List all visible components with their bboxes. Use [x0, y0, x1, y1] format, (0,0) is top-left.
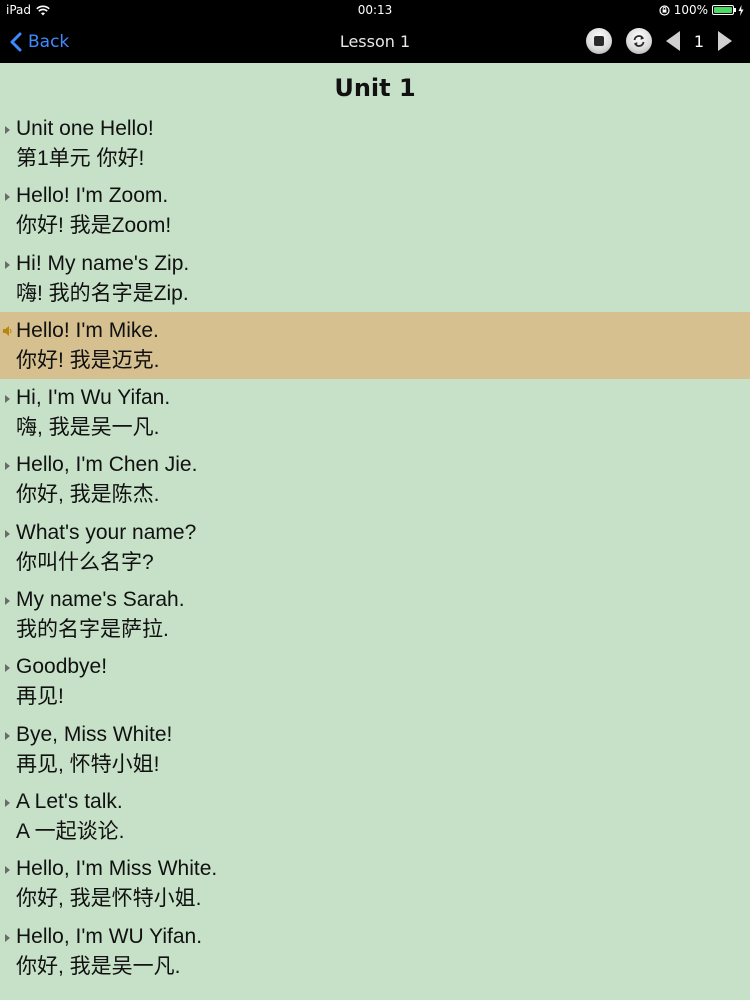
play-marker-icon: [5, 597, 10, 606]
next-page-button[interactable]: [718, 31, 732, 51]
sentence-english: Hi, I'm Wu Yifan.: [16, 386, 171, 410]
sentence-chinese: 第1单元 你好!: [16, 147, 145, 170]
status-time: 00:13: [357, 3, 393, 17]
sentence-chinese: 你好! 我是迈克.: [16, 348, 160, 372]
sentence-chinese: 我的名字是萨拉.: [16, 618, 169, 642]
repeat-icon: [633, 35, 645, 47]
sentence-chinese: 再见!: [16, 685, 64, 709]
sentence-english: Hello, I'm Chen Jie.: [16, 453, 198, 477]
sentence-row[interactable]: Hi! My name's Zip. 嗨! 我的名字是Zip.: [0, 245, 750, 312]
play-marker-icon: [5, 731, 10, 740]
sentence-chinese: 你好, 我是怀特小姐.: [16, 887, 202, 911]
sentence-chinese: 嗨! 我的名字是Zip.: [16, 281, 189, 305]
sentence-english: My name's Sarah.: [16, 588, 185, 612]
sentence-english: Bye, Miss White!: [16, 722, 173, 746]
charging-bolt-icon: [738, 4, 744, 16]
sentence-row[interactable]: Hello! I'm Zoom. 你好! 我是Zoom!: [0, 177, 750, 244]
sentence-row[interactable]: Hello, I'm Chen Jie. 你好, 我是陈杰.: [0, 446, 750, 513]
sentence-english: Unit one Hello!: [16, 117, 154, 140]
sentence-chinese: A 一起谈论.: [16, 819, 125, 843]
play-marker-icon: [5, 664, 10, 673]
sentence-english: Hello! I'm Zoom.: [16, 184, 169, 208]
sentence-english: Hello! I'm Mike.: [16, 318, 159, 342]
orientation-lock-icon: [659, 4, 670, 16]
play-marker-icon: [5, 866, 10, 875]
sentence-english: A Let's talk.: [16, 789, 123, 813]
play-marker-icon: [5, 933, 10, 942]
play-marker-icon: [5, 395, 10, 404]
sentence-chinese: 你叫什么名字?: [16, 550, 154, 574]
sentence-chinese: 你好, 我是陈杰.: [16, 483, 160, 507]
play-marker-icon: [5, 529, 10, 538]
battery-percent: 100%: [673, 3, 708, 17]
sentence-english: Hello, I'm WU Yifan.: [16, 924, 203, 948]
speaker-icon: [3, 325, 12, 336]
sentence-row[interactable]: Unit one Hello! 第1单元 你好!: [0, 110, 750, 177]
sentence-chinese: 嗨, 我是吴一凡.: [16, 416, 160, 440]
page-number: 1: [693, 31, 704, 51]
sentence-chinese: 再见, 怀特小姐!: [16, 752, 160, 776]
sentence-row[interactable]: My name's Sarah. 我的名字是萨拉.: [0, 581, 750, 648]
battery-icon: [712, 5, 736, 15]
play-marker-icon: [5, 193, 10, 202]
nav-controls: 1: [585, 28, 732, 54]
sentence-list: Unit one Hello! 第1单元 你好! Hello! I'm Zoom. 你…: [0, 110, 750, 985]
sentence-row[interactable]: Hello, I'm Miss White. 你好, 我是怀特小姐.: [0, 850, 750, 917]
sentence-english: Goodbye!: [16, 655, 108, 679]
sentence-row[interactable]: Hello, I'm WU Yifan. 你好, 我是吴一凡.: [0, 918, 750, 985]
previous-page-button[interactable]: [665, 31, 680, 51]
sentence-row[interactable]: Goodbye! 再见!: [0, 648, 750, 715]
lesson-content: Unit 1 Unit one Hello! 第1单元 你好! Hello! I'm…: [0, 63, 750, 1000]
repeat-button[interactable]: [625, 28, 652, 54]
sentence-row[interactable]: A Let's talk. A 一起谈论.: [0, 783, 750, 850]
sentence-english: Hello, I'm Miss White.: [16, 857, 218, 881]
play-marker-icon: [5, 798, 10, 807]
sentence-chinese: 你好, 我是吴一凡.: [16, 954, 181, 978]
status-right: 100%: [659, 3, 744, 17]
sentence-english: What's your name?: [16, 520, 197, 544]
unit-title: Unit 1: [334, 74, 416, 102]
play-marker-icon: [5, 126, 10, 134]
play-marker-icon: [5, 260, 10, 269]
stop-button[interactable]: [585, 28, 612, 54]
status-bar: iPad 00:13 100%: [0, 0, 750, 20]
sentence-row[interactable]: Hi, I'm Wu Yifan. 嗨, 我是吴一凡.: [0, 379, 750, 446]
sentence-english: Hi! My name's Zip.: [16, 251, 190, 275]
navigation-bar: Back Lesson 1 1: [0, 20, 750, 63]
stop-icon: [593, 36, 604, 46]
sentence-row[interactable]: Bye, Miss White! 再见, 怀特小姐!: [0, 716, 750, 783]
sentence-row[interactable]: What's your name? 你叫什么名字?: [0, 514, 750, 581]
play-marker-icon: [5, 462, 10, 471]
sentence-row-playing[interactable]: Hello! I'm Mike. 你好! 我是迈克.: [0, 311, 750, 380]
sentence-chinese: 你好! 我是Zoom!: [16, 214, 172, 238]
